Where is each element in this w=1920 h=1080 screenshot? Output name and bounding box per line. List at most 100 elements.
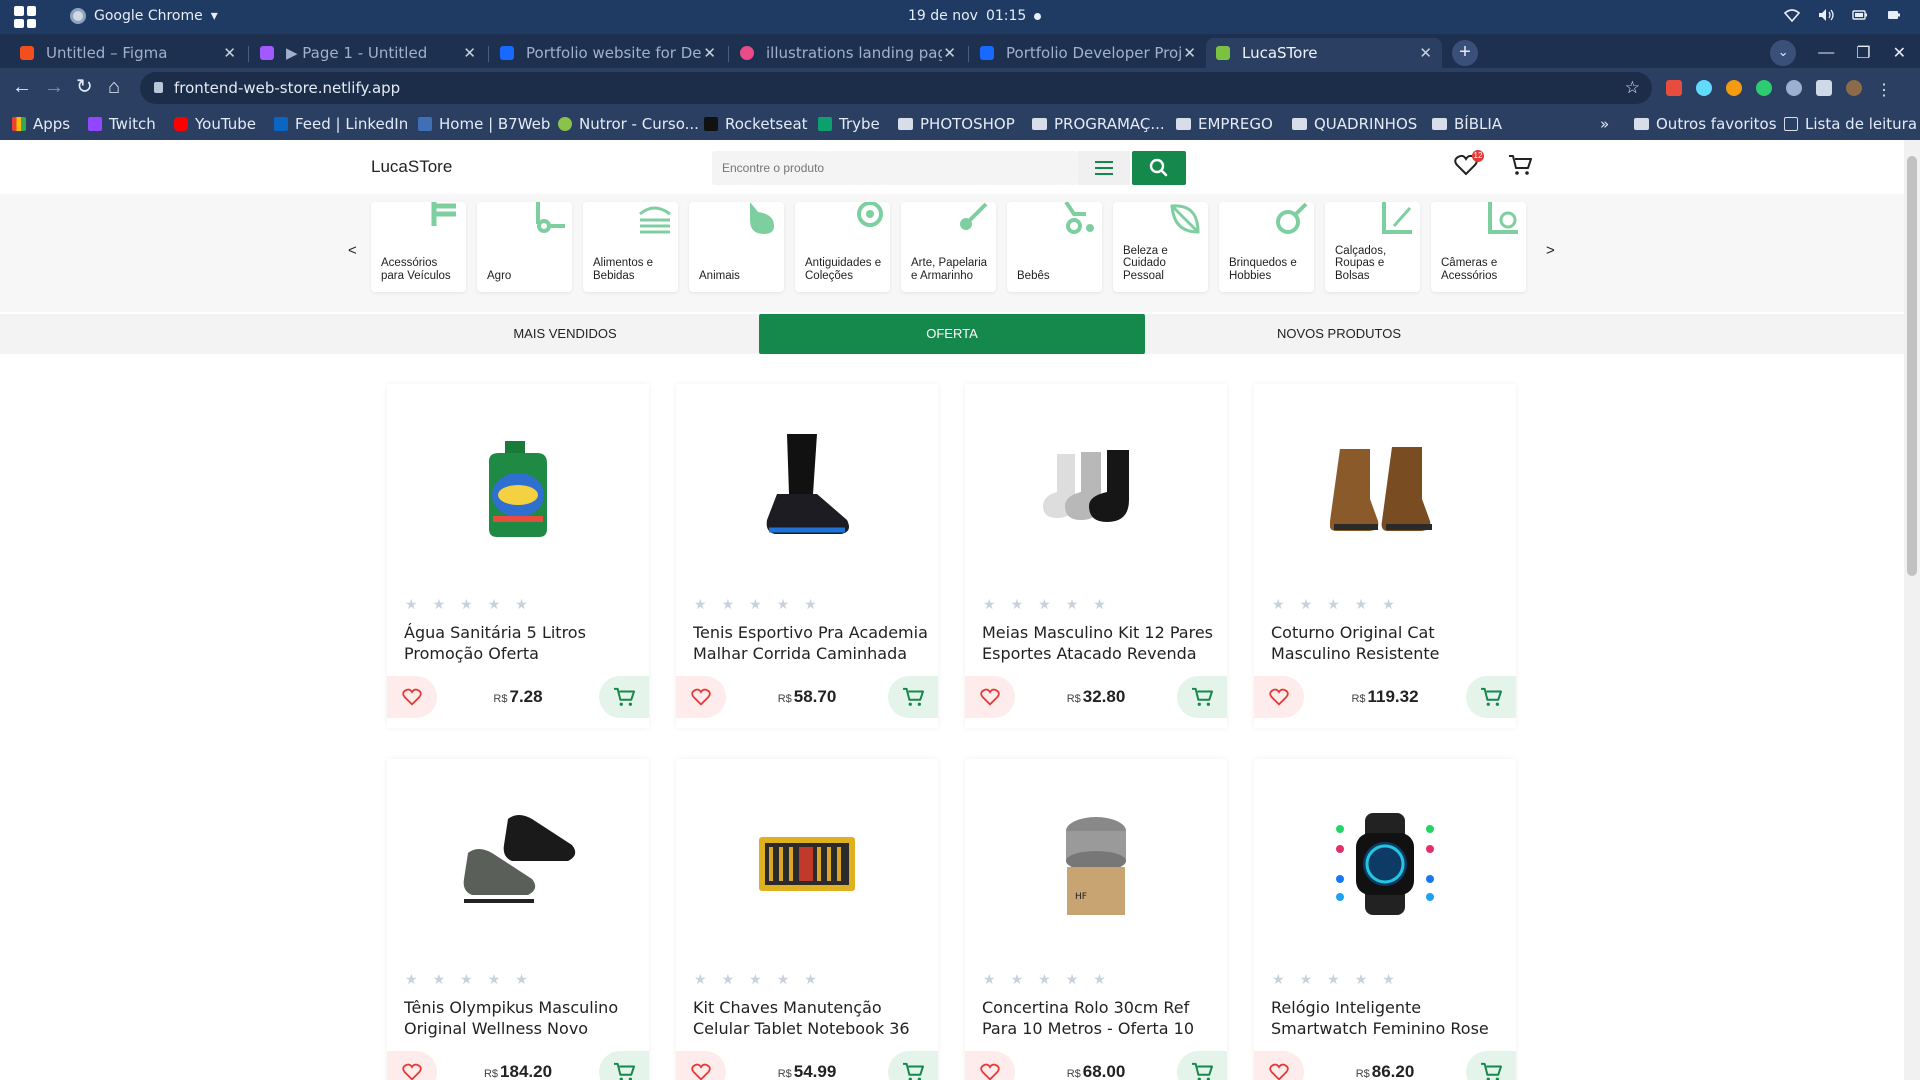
star-icon[interactable]: ★ xyxy=(405,971,418,988)
close-window-icon[interactable]: ✕ xyxy=(1893,43,1906,63)
star-icon[interactable]: ★ xyxy=(777,971,790,988)
system-tray[interactable] xyxy=(1783,8,1902,23)
star-icon[interactable]: ★ xyxy=(1093,596,1106,613)
star-icon[interactable]: ★ xyxy=(460,596,473,613)
product-name[interactable]: Água Sanitária 5 Litros Promoção Oferta xyxy=(404,622,640,664)
carousel-next-button[interactable]: > xyxy=(1546,242,1555,259)
category-card[interactable]: Calçados, Roupas e Bolsas xyxy=(1325,202,1420,292)
page-scrollbar[interactable] xyxy=(1904,140,1920,1080)
bookmark-rocketseat[interactable]: Rocketseat xyxy=(704,115,808,133)
star-icon[interactable]: ★ xyxy=(694,596,707,613)
tab-behance-developer[interactable]: Portfolio Developer Projet ✕ xyxy=(970,38,1206,68)
category-card[interactable]: Animais xyxy=(689,202,784,292)
star-icon[interactable]: ★ xyxy=(515,596,528,613)
star-icon[interactable]: ★ xyxy=(1038,971,1051,988)
clock[interactable]: 19 de nov 01:15 xyxy=(908,8,1042,24)
star-icon[interactable]: ★ xyxy=(1382,971,1395,988)
product-card[interactable]: ★ ★ ★ ★ ★ Tenis Esportivo Pra Academia Malhar… xyxy=(676,384,938,728)
bookmark-linkedin[interactable]: Feed | LinkedIn xyxy=(274,115,408,133)
star-icon[interactable]: ★ xyxy=(515,971,528,988)
tab-figma[interactable]: Untitled – Figma ✕ xyxy=(10,38,246,68)
star-icon[interactable]: ★ xyxy=(433,596,446,613)
product-image[interactable] xyxy=(1254,789,1516,939)
maximize-icon[interactable]: ❐ xyxy=(1856,43,1870,63)
rating-stars[interactable]: ★ ★ ★ ★ ★ xyxy=(1272,596,1395,613)
bookmark-apps[interactable]: Apps xyxy=(12,115,70,133)
star-icon[interactable]: ★ xyxy=(1272,596,1285,613)
reload-icon[interactable]: ↻ xyxy=(76,76,93,98)
bookmark-folder-photoshop[interactable]: PHOTOSHOP xyxy=(898,115,1015,133)
app-menu[interactable]: Google Chrome ▾ xyxy=(70,8,218,24)
bookmark-folder-biblia[interactable]: BÍBLIA xyxy=(1432,115,1502,133)
product-card[interactable]: ★ ★ ★ ★ ★ Meias Masculino Kit 12 Pares Esport… xyxy=(965,384,1227,728)
star-icon[interactable]: ★ xyxy=(749,971,762,988)
rating-stars[interactable]: ★ ★ ★ ★ ★ xyxy=(983,596,1106,613)
search-button[interactable] xyxy=(1132,151,1186,185)
bookmarks-overflow-button[interactable]: » xyxy=(1600,115,1609,133)
star-icon[interactable]: ★ xyxy=(1066,971,1079,988)
star-icon[interactable]: ★ xyxy=(488,971,501,988)
close-icon[interactable]: ✕ xyxy=(1419,44,1432,62)
bookmark-twitch[interactable]: Twitch xyxy=(88,115,156,133)
star-icon[interactable]: ★ xyxy=(983,971,996,988)
product-image[interactable] xyxy=(965,414,1227,564)
product-image[interactable] xyxy=(387,414,649,564)
star-icon[interactable]: ★ xyxy=(749,596,762,613)
search-input[interactable] xyxy=(712,151,1072,185)
star-icon[interactable]: ★ xyxy=(1011,596,1024,613)
bookmark-b7web[interactable]: Home | B7Web xyxy=(418,115,550,133)
bookmark-folder-programacao[interactable]: PROGRAMAÇ... xyxy=(1032,115,1165,133)
bookmark-star-icon[interactable]: ☆ xyxy=(1625,72,1640,104)
close-icon[interactable]: ✕ xyxy=(463,44,476,62)
star-icon[interactable]: ★ xyxy=(488,596,501,613)
bookmark-folder-quadrinhos[interactable]: QUADRINHOS xyxy=(1292,115,1417,133)
category-card[interactable]: Câmeras e Acessórios xyxy=(1431,202,1526,292)
carousel-prev-button[interactable]: < xyxy=(348,242,357,259)
product-image[interactable] xyxy=(1254,414,1516,564)
add-to-cart-button[interactable] xyxy=(1466,1051,1516,1080)
category-card[interactable]: Brinquedos e Hobbies xyxy=(1219,202,1314,292)
product-card[interactable]: ★ ★ ★ ★ ★ Relógio Inteligente Smartwatch Femi… xyxy=(1254,759,1516,1080)
minimize-icon[interactable]: — xyxy=(1818,44,1834,62)
puzzle-icon[interactable] xyxy=(1816,80,1832,96)
star-icon[interactable]: ★ xyxy=(460,971,473,988)
react-devtools-icon[interactable] xyxy=(1696,80,1712,96)
star-icon[interactable]: ★ xyxy=(722,971,735,988)
add-to-cart-button[interactable] xyxy=(599,1051,649,1080)
rating-stars[interactable]: ★ ★ ★ ★ ★ xyxy=(983,971,1106,988)
other-bookmarks[interactable]: Outros favoritos xyxy=(1634,115,1777,133)
tab-figma-page[interactable]: ▶ Page 1 - Untitled ✕ xyxy=(250,38,486,68)
new-tab-button[interactable]: + xyxy=(1452,40,1478,66)
add-to-cart-button[interactable] xyxy=(1177,1051,1227,1080)
close-icon[interactable]: ✕ xyxy=(943,44,956,62)
product-card[interactable]: ★ ★ ★ ★ ★ Coturno Original Cat Masculino Resi… xyxy=(1254,384,1516,728)
reading-list[interactable]: Lista de leitura xyxy=(1784,115,1917,133)
tab-new-products[interactable]: NOVOS PRODUTOS xyxy=(1146,314,1532,354)
product-image[interactable] xyxy=(676,789,938,939)
add-to-cart-button[interactable] xyxy=(888,676,938,718)
star-icon[interactable]: ★ xyxy=(1272,971,1285,988)
extension-icon[interactable] xyxy=(1666,80,1682,96)
category-card[interactable]: Antiguidades e Coleções xyxy=(795,202,890,292)
product-image[interactable] xyxy=(387,789,649,939)
star-icon[interactable]: ★ xyxy=(804,971,817,988)
kebab-menu-icon[interactable]: ⋮ xyxy=(1876,80,1892,99)
tab-best-sellers[interactable]: MAIS VENDIDOS xyxy=(372,314,758,354)
site-logo[interactable]: LucaSTore xyxy=(371,157,452,177)
product-name[interactable]: Meias Masculino Kit 12 Pares Esportes At… xyxy=(982,622,1218,664)
bookmark-trybe[interactable]: Trybe xyxy=(818,115,880,133)
product-name[interactable]: Kit Chaves Manutenção Celular Tablet Not… xyxy=(693,997,929,1039)
product-name[interactable]: Concertina Rolo 30cm Ref Para 10 Metros … xyxy=(982,997,1218,1039)
product-name[interactable]: Tenis Esportivo Pra Academia Malhar Corr… xyxy=(693,622,929,664)
star-icon[interactable]: ★ xyxy=(694,971,707,988)
star-icon[interactable]: ★ xyxy=(1300,596,1313,613)
star-icon[interactable]: ★ xyxy=(1093,971,1106,988)
extension-icon[interactable] xyxy=(1726,80,1742,96)
add-to-cart-button[interactable] xyxy=(599,676,649,718)
product-image[interactable]: HF xyxy=(965,789,1227,939)
product-name[interactable]: Relógio Inteligente Smartwatch Feminino … xyxy=(1271,997,1507,1039)
bookmark-nutror[interactable]: Nutror - Curso... xyxy=(558,115,699,133)
close-icon[interactable]: ✕ xyxy=(703,44,716,62)
bookmark-folder-emprego[interactable]: EMPREGO xyxy=(1176,115,1273,133)
product-image[interactable] xyxy=(676,414,938,564)
